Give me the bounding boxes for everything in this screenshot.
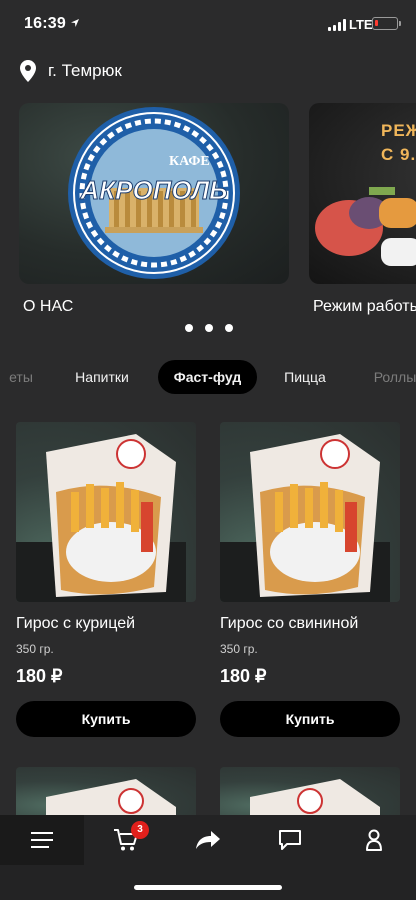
profile-icon (366, 829, 382, 851)
product-card[interactable]: Гирос с курицей 350 гр. 180 ₽ Купить (16, 422, 196, 737)
battery-level (375, 20, 378, 26)
network-type: LTE (349, 17, 373, 32)
carousel-dot[interactable] (205, 324, 213, 332)
logo-small-text: КАФЕ (169, 154, 210, 169)
product-card[interactable] (16, 767, 196, 815)
product-price: 180 ₽ (16, 666, 63, 686)
location-selector[interactable]: г. Темрюк (20, 58, 122, 84)
sushi-illustration (315, 187, 416, 266)
category-tab-pizza[interactable]: Пицца (274, 360, 336, 394)
cafe-logo: КАФЕ АКРОПОЛЬ (68, 107, 240, 279)
product-card[interactable]: Гирос со свининой 350 гр. 180 ₽ Купить (220, 422, 400, 737)
product-image[interactable] (220, 767, 400, 815)
location-arrow-icon (71, 19, 79, 27)
tab-cart[interactable] (84, 815, 168, 865)
product-card[interactable] (220, 767, 400, 815)
carousel-pagination (185, 324, 233, 332)
gyros-illustration (220, 434, 390, 602)
logo-main-text: АКРОПОЛЬ (79, 175, 227, 205)
category-tab-rolls[interactable]: Роллы (360, 360, 416, 394)
category-tabs: еты Напитки Фаст-фуд Пицца Роллы (0, 360, 416, 396)
product-image[interactable] (16, 422, 196, 602)
category-tab-fastfood[interactable]: Фаст-фуд (158, 360, 257, 394)
buy-button[interactable]: Купить (220, 701, 400, 737)
banner-title-hours: Режим работы (313, 298, 416, 315)
carousel-dot[interactable] (185, 324, 193, 332)
category-tab-sets[interactable]: еты (0, 360, 48, 394)
category-tab-drinks[interactable]: Напитки (64, 360, 140, 394)
buy-button[interactable]: Купить (16, 701, 196, 737)
banner-image-about: КАФЕ АКРОПОЛЬ (19, 103, 289, 284)
share-icon (196, 831, 220, 849)
status-time: 16:39 (24, 15, 66, 32)
location-city: г. Темрюк (48, 61, 122, 80)
gyros-illustration (250, 779, 380, 815)
product-image[interactable] (220, 422, 400, 602)
banner-carousel[interactable]: КАФЕ АКРОПОЛЬ О НАС РЕЖ С 9.0 Режим рабо… (0, 103, 416, 323)
gyros-illustration (16, 434, 186, 602)
status-bar: 16:39 LTE (0, 0, 416, 48)
gyros-illustration (46, 779, 176, 815)
home-indicator (134, 885, 282, 890)
product-name: Гирос с курицей (16, 615, 136, 632)
map-pin-icon (20, 60, 36, 82)
banner-about[interactable]: КАФЕ АКРОПОЛЬ О НАС (19, 103, 289, 316)
product-weight: 350 гр. (16, 642, 54, 656)
product-image[interactable] (16, 767, 196, 815)
tab-profile[interactable] (332, 815, 416, 865)
chat-icon (279, 830, 301, 850)
carousel-dot[interactable] (225, 324, 233, 332)
banner-title-about: О НАС (23, 298, 74, 315)
tab-chat[interactable] (248, 815, 332, 865)
battery-icon (372, 17, 401, 30)
signal-icon (328, 19, 346, 31)
banner-image-hours: РЕЖ С 9.0 (309, 103, 416, 284)
banner-hours[interactable]: РЕЖ С 9.0 Режим работы (309, 103, 416, 316)
product-weight: 350 гр. (220, 642, 258, 656)
product-name: Гирос со свининой (220, 615, 359, 632)
tab-share[interactable] (168, 815, 248, 865)
product-price: 180 ₽ (220, 666, 267, 686)
menu-icon (31, 832, 53, 848)
cart-badge: 3 (131, 821, 149, 839)
tab-menu[interactable] (0, 815, 84, 865)
